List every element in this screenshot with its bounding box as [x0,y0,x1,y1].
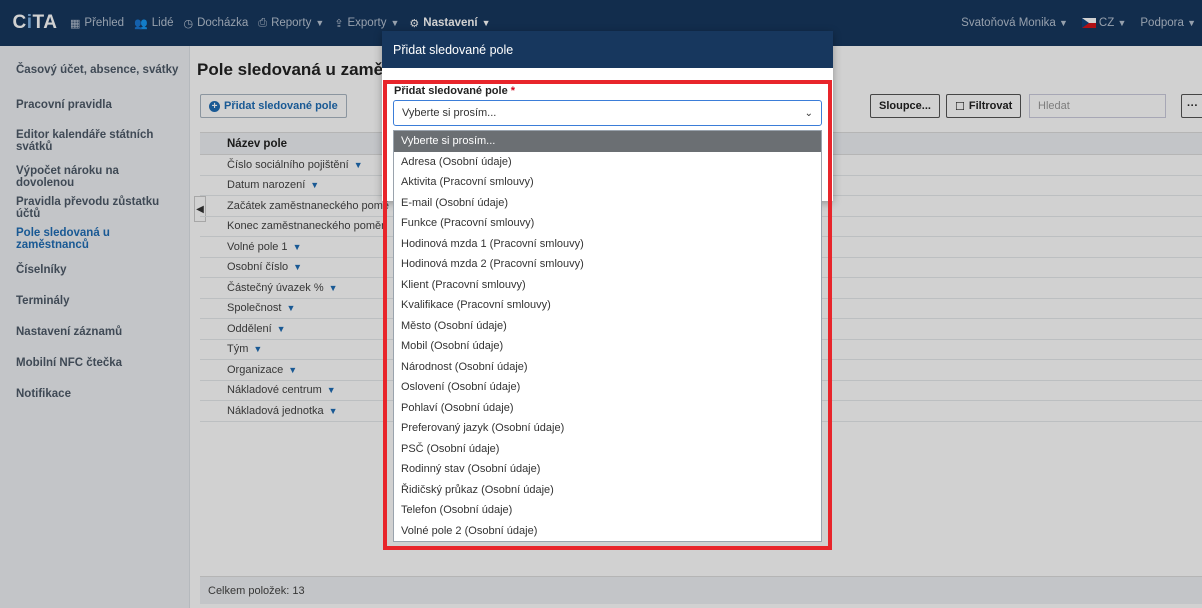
select-value: Vyberte si prosím... [402,107,497,119]
dialog-title: Přidat sledované pole [393,42,514,57]
select-option[interactable]: Oslovení (Osobní údaje) [394,377,821,398]
required-marker: * [510,85,516,97]
select-option[interactable]: Řidičský průkaz (Osobní údaje) [394,480,821,501]
select-option[interactable]: PSČ (Osobní údaje) [394,439,821,460]
select-option[interactable]: Klient (Pracovní smlouvy) [394,275,821,296]
select-option[interactable]: Aktivita (Pracovní smlouvy) [394,172,821,193]
select-option[interactable]: E-mail (Osobní údaje) [394,193,821,214]
select-option[interactable]: Pohlaví (Osobní údaje) [394,398,821,419]
field-label: Přidat sledované pole * [394,85,515,97]
field-label-text: Přidat sledované pole [394,85,508,97]
select-option[interactable]: Volné pole 2 (Osobní údaje) [394,521,821,542]
select-dropdown-list: Vyberte si prosím... Adresa (Osobní údaje… [393,130,822,542]
select-option[interactable]: Funkce (Pracovní smlouvy) [394,213,821,234]
select-option[interactable]: Národnost (Osobní údaje) [394,357,821,378]
select-option[interactable]: Telefon (Osobní údaje) [394,500,821,521]
select-option[interactable]: Preferovaný jazyk (Osobní údaje) [394,418,821,439]
dialog-header: Přidat sledované pole [382,31,833,68]
chevron-down-icon: ⌄ [804,107,813,119]
select-option[interactable]: Mobil (Osobní údaje) [394,336,821,357]
select-option[interactable]: Vyberte si prosím... [394,131,821,152]
select-option[interactable]: Rodinný stav (Osobní údaje) [394,459,821,480]
select-option[interactable]: Kvalifikace (Pracovní smlouvy) [394,295,821,316]
field-select[interactable]: Vyberte si prosím... ⌄ [393,100,822,126]
select-option[interactable]: Adresa (Osobní údaje) [394,152,821,173]
select-option[interactable]: Hodinová mzda 1 (Pracovní smlouvy) [394,234,821,255]
select-option[interactable]: Hodinová mzda 2 (Pracovní smlouvy) [394,254,821,275]
select-option[interactable]: Město (Osobní údaje) [394,316,821,337]
